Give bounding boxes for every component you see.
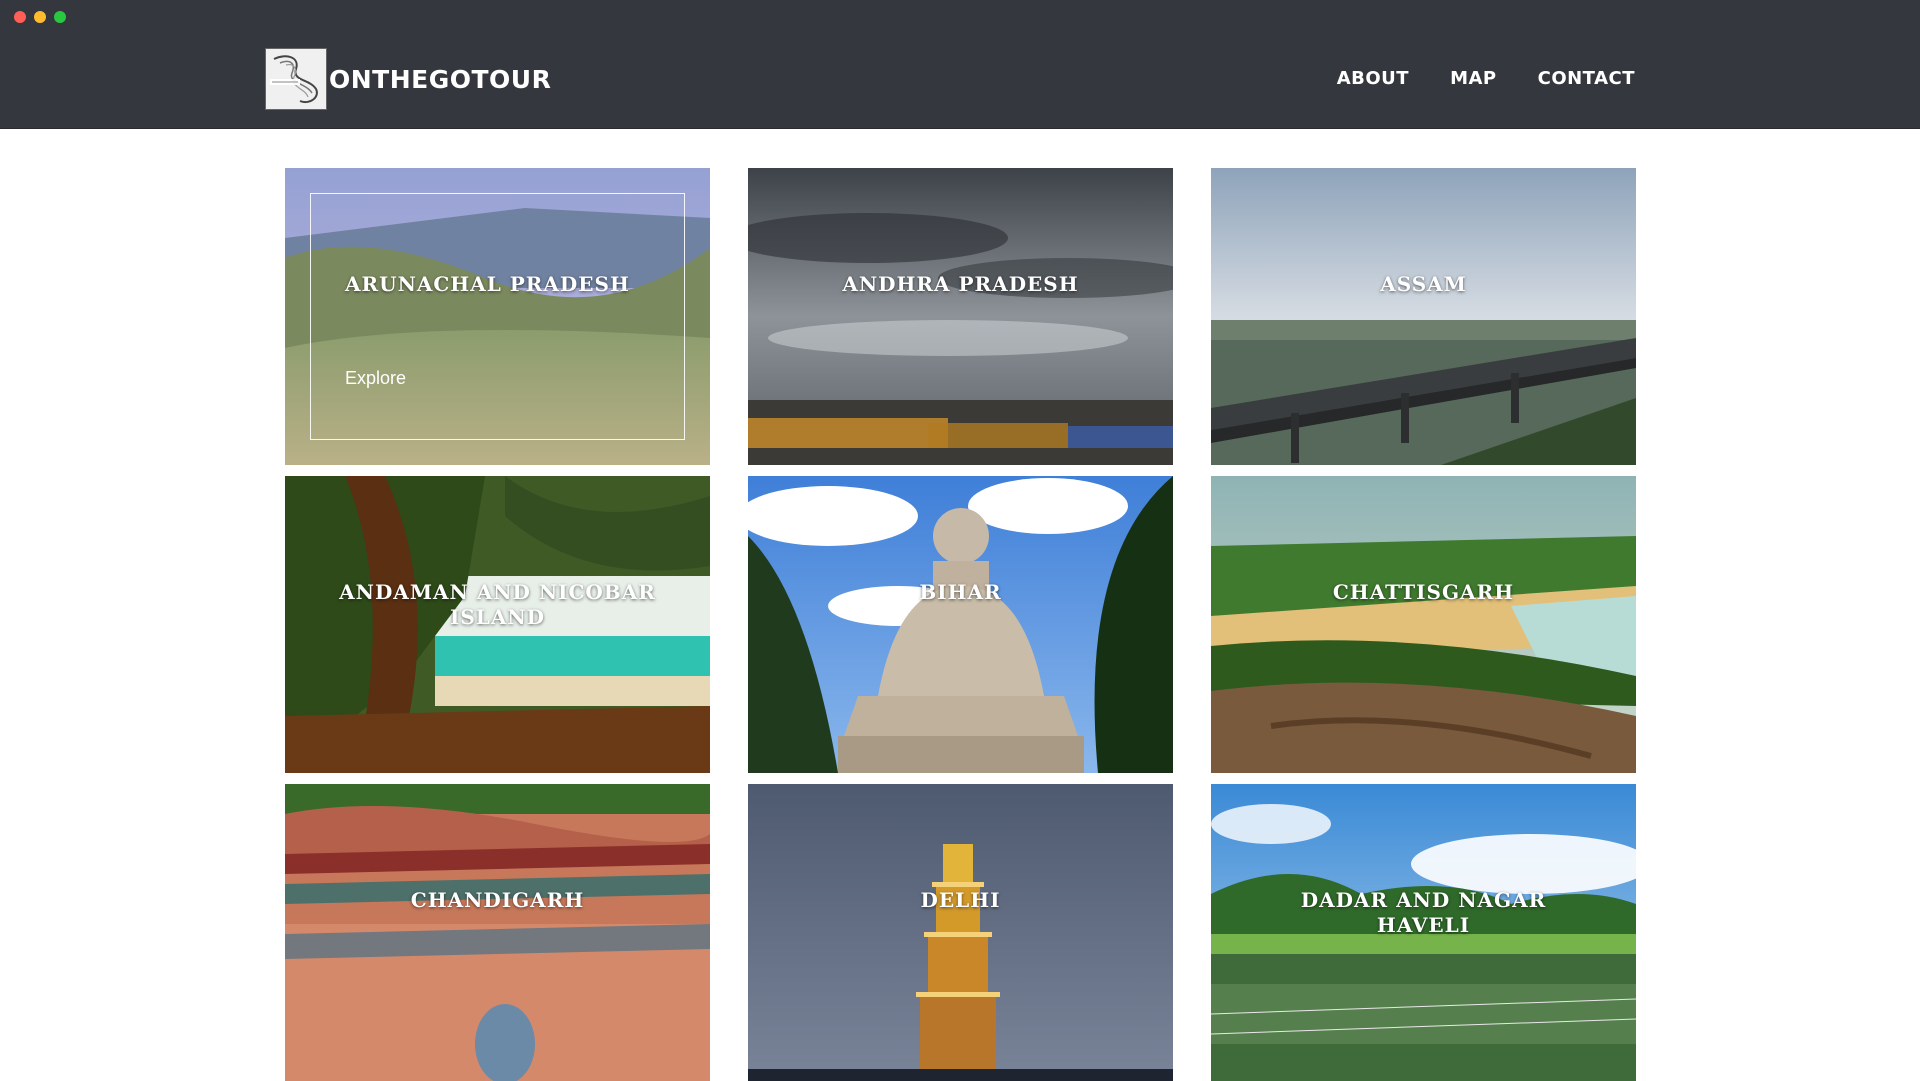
- card-title: CHATTISGARH: [1332, 580, 1515, 604]
- card-title: DADAR AND NAGAR HAVELI: [1300, 888, 1547, 937]
- card-chattisgarh[interactable]: CHATTISGARH: [1211, 476, 1636, 773]
- window-titlebar: [0, 0, 1920, 32]
- card-title: ASSAM: [1380, 272, 1467, 296]
- main-nav: ABOUT MAP CONTACT: [1337, 68, 1635, 89]
- states-grid: ARUNACHAL PRADESH Explore ANDHRA PRADESH: [285, 168, 1636, 1081]
- andhra-harbor-image: [748, 168, 1173, 465]
- delhi-qutub-minar-image: [748, 784, 1173, 1081]
- card-bihar[interactable]: BIHAR: [748, 476, 1173, 773]
- close-window-button[interactable]: [14, 11, 26, 23]
- card-title: BIHAR: [919, 580, 1002, 604]
- card-andaman-and-nicobar-island[interactable]: ANDAMAN AND NICOBAR ISLAND: [285, 476, 710, 773]
- assam-bridge-image: [1211, 168, 1636, 465]
- card-arunachal-pradesh[interactable]: ARUNACHAL PRADESH Explore: [285, 168, 710, 465]
- bihar-buddha-image: [748, 476, 1173, 773]
- chandigarh-rock-garden-image: [285, 784, 710, 1081]
- brand-link[interactable]: ONTHEGOTOUR: [265, 48, 552, 110]
- card-title: DELHI: [920, 888, 1001, 912]
- nav-map[interactable]: MAP: [1450, 68, 1497, 89]
- card-title: ARUNACHAL PRADESH: [345, 272, 630, 296]
- explore-link[interactable]: Explore: [345, 368, 406, 389]
- card-dadar-and-nagar-haveli[interactable]: DADAR AND NAGAR HAVELI: [1211, 784, 1636, 1081]
- card-title: ANDHRA PRADESH: [842, 272, 1079, 296]
- chattisgarh-coast-image: [1211, 476, 1636, 773]
- scroll-logo-icon: [265, 48, 327, 110]
- card-delhi[interactable]: DELHI: [748, 784, 1173, 1081]
- card-title: CHANDIGARH: [410, 888, 585, 912]
- card-chandigarh[interactable]: CHANDIGARH: [285, 784, 710, 1081]
- maximize-window-button[interactable]: [54, 11, 66, 23]
- brand-name: ONTHEGOTOUR: [329, 64, 552, 94]
- site-header: ONTHEGOTOUR ABOUT MAP CONTACT: [0, 32, 1920, 129]
- minimize-window-button[interactable]: [34, 11, 46, 23]
- nav-about[interactable]: ABOUT: [1337, 68, 1409, 89]
- hover-frame: [310, 193, 685, 440]
- nav-contact[interactable]: CONTACT: [1538, 68, 1635, 89]
- card-andhra-pradesh[interactable]: ANDHRA PRADESH: [748, 168, 1173, 465]
- card-assam[interactable]: ASSAM: [1211, 168, 1636, 465]
- card-title: ANDAMAN AND NICOBAR ISLAND: [339, 580, 656, 629]
